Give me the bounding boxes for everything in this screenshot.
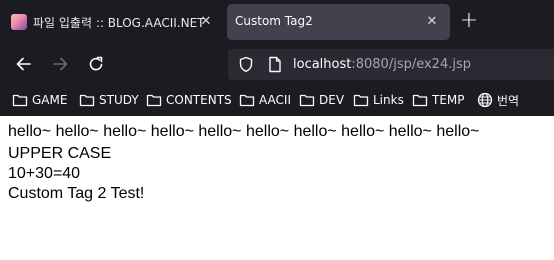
folder-icon <box>146 94 162 107</box>
bookmark-dev[interactable]: DEV <box>299 91 344 109</box>
new-tab-button[interactable]: + <box>459 10 479 32</box>
upper-case-line: UPPER CASE <box>8 145 112 162</box>
bookmark-temp[interactable]: TEMP <box>412 91 465 109</box>
folder-icon <box>353 94 369 107</box>
tab-file-io[interactable]: 파일 입출력 :: BLOG.AACII.NET ✕ <box>2 4 222 40</box>
back-arrow-icon[interactable] <box>14 54 34 74</box>
tab-strip: 파일 입출력 :: BLOG.AACII.NET ✕ Custom Tag2 ✕… <box>0 0 554 44</box>
folder-icon <box>412 94 428 107</box>
close-icon[interactable]: ✕ <box>199 15 213 29</box>
navigation-bar: localhost:8080/jsp/ex24.jsp <box>0 44 554 84</box>
bookmark-label: CONTENTS <box>166 93 232 107</box>
bookmark-label: TEMP <box>432 93 465 107</box>
globe-icon <box>477 92 493 108</box>
url-path: :8080/jsp/ex24.jsp <box>351 57 471 72</box>
folder-icon <box>12 94 28 107</box>
bookmark-game[interactable]: GAME <box>12 91 67 109</box>
url-host: localhost <box>293 57 352 72</box>
test-title-line: Custom Tag 2 Test! <box>8 185 145 202</box>
bookmark-label: DEV <box>319 93 345 107</box>
tab-custom-tag2[interactable]: Custom Tag2 ✕ <box>227 4 450 40</box>
browser-chrome: 파일 입출력 :: BLOG.AACII.NET ✕ Custom Tag2 ✕… <box>0 0 554 116</box>
reload-icon[interactable] <box>86 54 106 74</box>
bookmark-label: 번역 <box>497 93 520 108</box>
folder-icon <box>79 94 95 107</box>
address-bar[interactable]: localhost:8080/jsp/ex24.jsp <box>228 49 554 80</box>
page-info-icon[interactable] <box>268 56 282 73</box>
folder-icon <box>239 94 255 107</box>
close-icon[interactable]: ✕ <box>425 15 439 29</box>
bookmark-label: AACII <box>259 93 291 107</box>
site-favicon-icon <box>11 14 27 30</box>
sum-line: 10+30=40 <box>8 165 81 182</box>
bookmark-contents[interactable]: CONTENTS <box>146 91 232 109</box>
bookmark-study[interactable]: STUDY <box>79 91 139 109</box>
tab-title: 파일 입출력 :: BLOG.AACII.NET <box>33 16 205 30</box>
bookmark-translate[interactable]: 번역 <box>477 91 519 109</box>
forward-arrow-icon[interactable] <box>50 54 70 74</box>
shield-icon[interactable] <box>238 56 254 73</box>
tab-title: Custom Tag2 <box>235 14 313 28</box>
bookmark-label: STUDY <box>99 93 139 107</box>
page-content: hello~ hello~ hello~ hello~ hello~ hello… <box>0 116 554 260</box>
hello-output-line: hello~ hello~ hello~ hello~ hello~ hello… <box>8 123 480 140</box>
bookmark-label: GAME <box>32 93 68 107</box>
url-text[interactable]: localhost:8080/jsp/ex24.jsp <box>293 57 471 72</box>
bookmarks-bar: GAME STUDY CONTENTS AACII DEV Links TEMP <box>0 84 554 116</box>
bookmark-label: Links <box>373 93 404 107</box>
bookmark-links[interactable]: Links <box>353 91 404 109</box>
folder-icon <box>299 94 315 107</box>
bookmark-aacii[interactable]: AACII <box>239 91 291 109</box>
